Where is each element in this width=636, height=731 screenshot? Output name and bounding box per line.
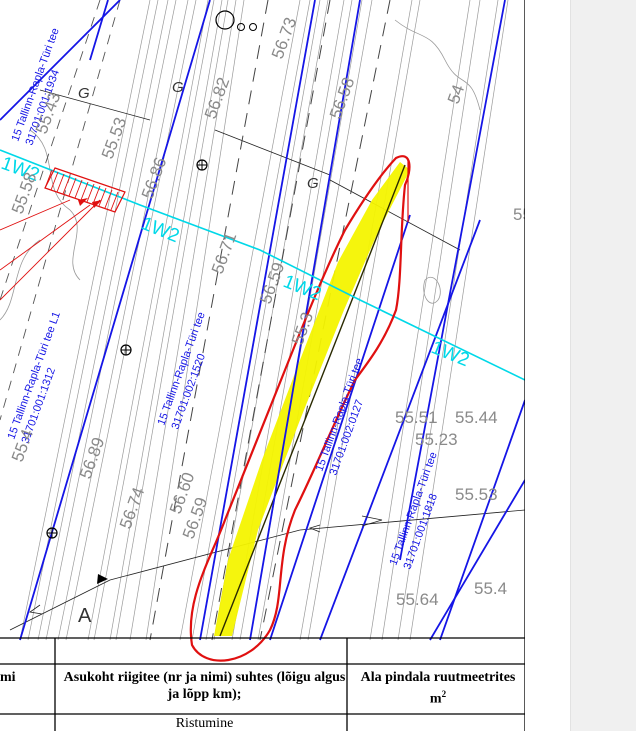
line-code-label: G [307,175,319,192]
hatch-stroke [56,173,65,193]
hatch-stroke [74,179,83,199]
hatch-stroke [86,183,95,203]
parcel-boundary [89,0,109,61]
section-label: A [78,605,92,627]
table-header-location: Asukoht riigitee (nr ja nimi) suhtes (lõ… [63,670,346,702]
hatch-stroke [44,169,53,189]
elevation-label: 55.44 [455,408,498,427]
leader-line [0,199,101,301]
elevation-label: 56.82 [201,75,233,121]
line-code-label: G [78,85,90,102]
table-header-col1: mi [0,670,16,685]
section-line [109,529,301,581]
document-page: 15 Tallinn-Rapla-Türi tee 31701:001:1934 1… [0,0,525,731]
elevation-label: 55.53 [455,485,498,504]
elevation-label: 55.23 [415,430,458,449]
pipe-centerline [219,164,406,637]
elevation-label: 56.74 [116,485,148,531]
elevation-label: 56.89 [76,435,108,481]
pipe-label: 1W2 [280,271,324,305]
elevation-label: 55.53 [98,115,130,161]
valve-icon [120,344,132,356]
contour-line [394,19,481,111]
elevation-label: 56.73 [268,15,300,61]
survey-line [45,0,177,641]
valve-icon [237,23,245,31]
elevation-label: 55.51 [395,408,438,427]
elevation-label: 55.5 [513,205,525,224]
table-cell-crossing: Ristumine [175,716,234,731]
pdf-viewer: 15 Tallinn-Rapla-Türi tee 31701:001:1934 1… [0,0,636,731]
hatch-stroke [80,181,89,201]
parcel-boundary [429,479,525,641]
elevation-label: 55.4 [474,579,507,598]
survey-line [87,0,209,641]
contour-line [29,129,81,281]
table-header-area: Ala pindala ruutmeetrites m2 [360,670,516,707]
dimension-arrow-icon [28,604,43,615]
valve-icon [249,23,257,31]
line-code-label: G [172,79,184,96]
elevation-label: 55.64 [396,590,439,609]
page-gutter [525,0,570,731]
pipe-label: 1W2 [428,337,472,371]
elevation-label: 56.71 [208,230,240,276]
valve-icon [196,159,208,171]
cadastral-map: 15 Tallinn-Rapla-Türi tee31701:001:19341… [0,0,525,731]
hatch-stroke [68,177,77,197]
section-line [214,129,331,176]
elevation-label: 56.58 [326,75,358,121]
valve-icon [46,527,58,539]
hatch-stroke [62,175,71,195]
side-panel [570,0,636,731]
